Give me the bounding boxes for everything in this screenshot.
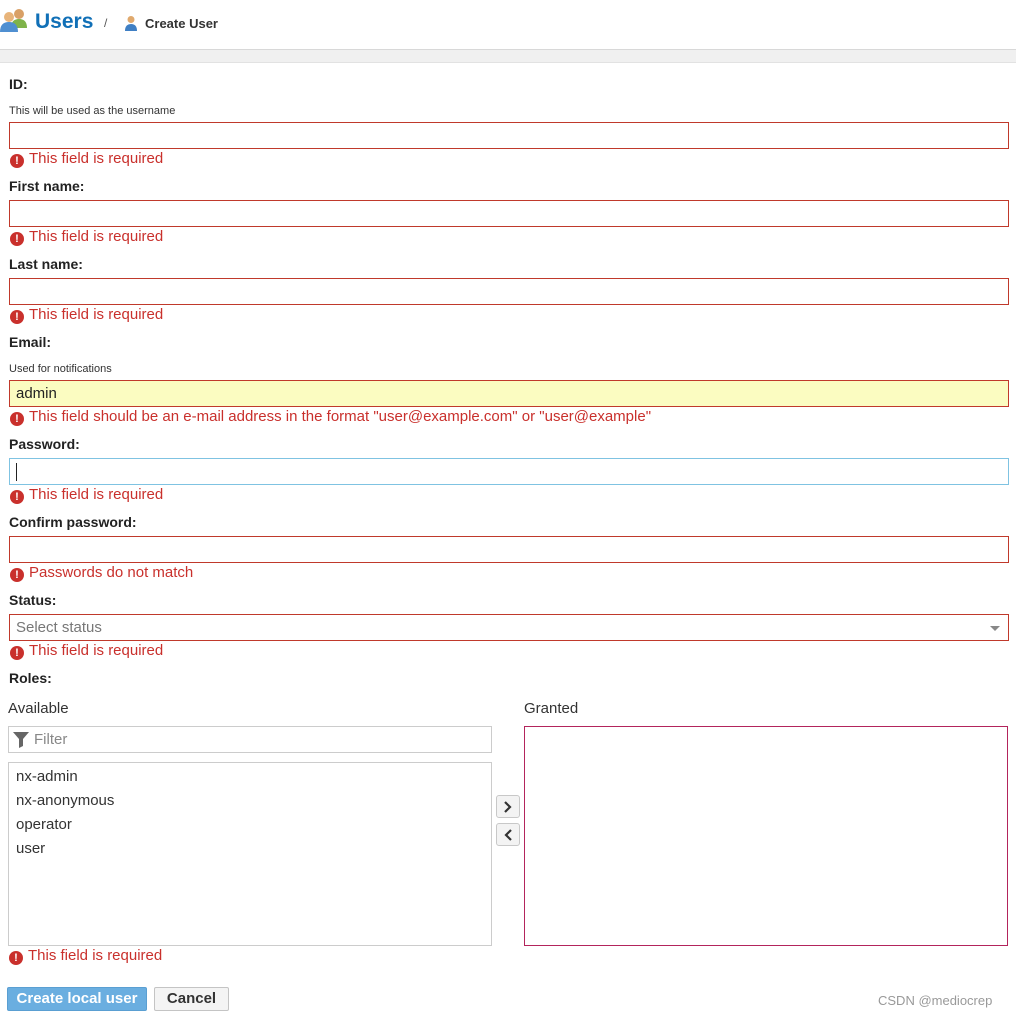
first-name-input[interactable]: [9, 200, 1009, 227]
error-icon: !: [10, 232, 24, 246]
filter-input[interactable]: [34, 729, 484, 750]
chevron-right-icon: [504, 800, 512, 813]
error-icon: !: [10, 646, 24, 660]
email-help: Used for notifications: [9, 363, 112, 375]
id-input[interactable]: [9, 122, 1009, 149]
users-icon: [0, 9, 27, 32]
id-error-text: This field is required: [29, 150, 164, 167]
first-name-label: First name:: [9, 178, 85, 194]
last-name-input[interactable]: [9, 278, 1009, 305]
password-input[interactable]: [9, 458, 1009, 485]
page-header: Users / Create User: [0, 0, 1016, 49]
id-help: This will be used as the username: [9, 105, 176, 117]
error-icon: !: [10, 490, 24, 504]
roles-error-text: This field is required: [28, 947, 163, 964]
breadcrumb-current: Create User: [145, 16, 218, 31]
status-error-text: This field is required: [29, 642, 164, 659]
available-label: Available: [8, 700, 69, 717]
last-name-error: ! This field is required: [10, 306, 163, 324]
status-error: ! This field is required: [10, 642, 163, 660]
first-name-error-text: This field is required: [29, 228, 164, 245]
error-icon: !: [10, 412, 24, 426]
roles-error: ! This field is required: [9, 947, 162, 965]
status-select-placeholder: Select status: [16, 619, 102, 636]
error-icon: !: [10, 310, 24, 324]
roles-filter[interactable]: [8, 726, 492, 753]
password-error: ! This field is required: [10, 486, 163, 504]
email-input[interactable]: [9, 380, 1009, 407]
first-name-error: ! This field is required: [10, 228, 163, 246]
granted-label: Granted: [524, 700, 579, 717]
email-label: Email:: [9, 334, 52, 350]
user-icon: [125, 16, 137, 31]
confirm-password-error-text: Passwords do not match: [29, 564, 194, 581]
chevron-left-icon: [504, 828, 512, 841]
error-icon: !: [9, 951, 23, 965]
page-title[interactable]: Users: [35, 9, 93, 35]
roles-label: Roles:: [9, 670, 52, 686]
create-local-user-button[interactable]: Create local user: [7, 987, 147, 1011]
last-name-label: Last name:: [9, 256, 83, 272]
header-divider: [0, 49, 1016, 63]
confirm-password-error: ! Passwords do not match: [10, 564, 193, 582]
password-error-text: This field is required: [29, 486, 164, 503]
confirm-password-label: Confirm password:: [9, 514, 137, 530]
confirm-password-input[interactable]: [9, 536, 1009, 563]
status-label: Status:: [9, 592, 57, 608]
list-item[interactable]: nx-anonymous: [9, 789, 491, 813]
watermark: CSDN @mediocrep: [878, 993, 993, 1008]
last-name-error-text: This field is required: [29, 306, 164, 323]
filter-icon: [13, 732, 29, 748]
remove-role-button[interactable]: [496, 823, 520, 846]
id-label: ID:: [9, 76, 28, 92]
list-item[interactable]: operator: [9, 813, 491, 837]
error-icon: !: [10, 154, 24, 168]
id-error: ! This field is required: [10, 150, 163, 168]
breadcrumb-separator: /: [104, 16, 108, 30]
email-error: ! This field should be an e-mail address …: [10, 408, 651, 426]
email-error-text: This field should be an e-mail address i…: [29, 408, 652, 425]
add-role-button[interactable]: [496, 795, 520, 818]
cancel-button[interactable]: Cancel: [154, 987, 229, 1011]
list-item[interactable]: user: [9, 837, 491, 861]
available-roles-list[interactable]: nx-admin nx-anonymous operator user: [8, 762, 492, 946]
status-select[interactable]: Select status: [9, 614, 1009, 641]
error-icon: !: [10, 568, 24, 582]
text-cursor: [16, 463, 17, 481]
granted-roles-list[interactable]: [524, 726, 1008, 946]
password-label: Password:: [9, 436, 80, 452]
chevron-down-icon[interactable]: [990, 626, 1000, 631]
list-item[interactable]: nx-admin: [9, 765, 491, 789]
